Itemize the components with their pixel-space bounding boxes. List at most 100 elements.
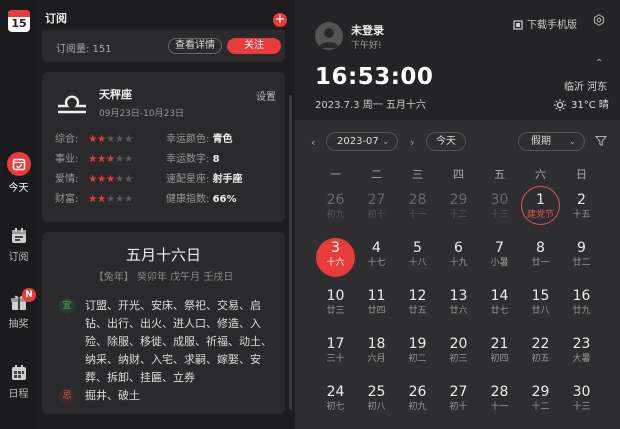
day-cell[interactable]: 19 初二 bbox=[397, 332, 438, 376]
chevron-right-icon[interactable]: › bbox=[410, 136, 414, 149]
star-empty-icon: ★ bbox=[124, 194, 134, 205]
lunar-label: 初十 bbox=[367, 210, 386, 220]
lunar-label: 十一 bbox=[490, 402, 509, 412]
chevron-left-icon[interactable]: ‹ bbox=[311, 136, 315, 149]
day-cell[interactable]: 21 初四 bbox=[479, 332, 520, 376]
day-number: 1 bbox=[536, 192, 545, 208]
yi-badge: 宜 bbox=[59, 298, 75, 314]
day-number: 26 bbox=[408, 384, 427, 400]
health-index: 健康指数: 66% bbox=[166, 194, 237, 205]
lucky-color: 幸运颜色: 青色 bbox=[166, 134, 233, 145]
day-cell[interactable]: 28 十一 bbox=[479, 380, 520, 424]
rail-item-label: 今天 bbox=[8, 183, 29, 194]
horoscope-settings-link[interactable]: 设置 bbox=[256, 88, 276, 103]
month-dropdown[interactable]: 2023-07 ⌄ bbox=[326, 132, 398, 151]
gear-icon[interactable] bbox=[593, 14, 605, 26]
day-cell[interactable]: 1 建党节 bbox=[520, 186, 561, 232]
lunar-label: 十一 bbox=[408, 210, 427, 220]
day-cell[interactable]: 25 初八 bbox=[356, 380, 397, 424]
rating-overall: 综合: ★★★★★ bbox=[55, 134, 134, 145]
day-cell[interactable]: 22 初五 bbox=[520, 332, 561, 376]
almanac-card: 五月十六日 【兔年】 癸卯年 戊午月 壬戌日 宜 订盟、开光、安床、祭祀、交易、… bbox=[42, 232, 285, 414]
lunar-label: 十二 bbox=[449, 210, 468, 220]
rail-item-schedule[interactable]: 日程 bbox=[0, 364, 37, 400]
left-rail: 15 今天 订阅 N 抽奖 日程 bbox=[0, 0, 37, 429]
weekday-label: 五 bbox=[494, 168, 505, 181]
day-number: 15 bbox=[531, 288, 550, 304]
day-number: 14 bbox=[490, 288, 509, 304]
add-subscription-button[interactable]: + bbox=[273, 13, 287, 27]
day-cell[interactable]: 30 十三 bbox=[561, 380, 602, 424]
star-filled-icon: ★ bbox=[106, 154, 116, 165]
avatar[interactable] bbox=[315, 22, 343, 50]
rail-item-subscribe[interactable]: 订阅 bbox=[0, 227, 37, 263]
day-cell[interactable]: 16 廿九 bbox=[561, 284, 602, 328]
follow-button[interactable]: 关注 bbox=[227, 38, 281, 54]
horoscope-date-range: 09月23日-10月23日 bbox=[99, 109, 185, 119]
chevron-up-icon[interactable]: ⌃ bbox=[595, 58, 603, 69]
lunar-label: 三十 bbox=[326, 354, 345, 364]
day-number: 25 bbox=[367, 384, 386, 400]
day-cell[interactable]: 9 廿二 bbox=[561, 236, 602, 280]
rating-career: 事业: ★★★★★ bbox=[55, 154, 134, 165]
lunar-label: 建党节 bbox=[526, 210, 554, 220]
day-cell[interactable]: 13 廿六 bbox=[438, 284, 479, 328]
login-status[interactable]: 未登录 bbox=[351, 22, 384, 38]
feed-scrollbar[interactable] bbox=[289, 95, 292, 410]
download-mobile-button[interactable]: 下载手机版 bbox=[513, 16, 577, 31]
star-empty-icon: ★ bbox=[124, 134, 134, 145]
day-cell[interactable]: 24 初七 bbox=[315, 380, 356, 424]
calendar-subscribe-icon bbox=[11, 228, 26, 243]
rail-item-lottery[interactable]: N 抽奖 bbox=[0, 288, 37, 330]
day-cell[interactable]: 2 十五 bbox=[561, 188, 602, 232]
calendar-grid-icon bbox=[11, 365, 26, 380]
app-logo-icon: 15 bbox=[8, 10, 30, 32]
ji-badge: 忌 bbox=[59, 388, 75, 404]
lunar-label: 大暑 bbox=[572, 354, 591, 364]
day-cell[interactable]: 15 廿八 bbox=[520, 284, 561, 328]
day-cell[interactable]: 26 初九 bbox=[397, 380, 438, 424]
star-empty-icon: ★ bbox=[106, 194, 116, 205]
rail-item-today[interactable]: 今天 bbox=[0, 152, 37, 194]
day-cell[interactable]: 12 廿五 bbox=[397, 284, 438, 328]
day-number: 18 bbox=[367, 336, 386, 352]
day-number: 10 bbox=[326, 288, 345, 304]
lunar-label: 十八 bbox=[408, 258, 427, 268]
day-cell[interactable]: 20 初三 bbox=[438, 332, 479, 376]
day-number: 4 bbox=[372, 240, 381, 256]
holiday-dropdown[interactable]: 假期 ⌄ bbox=[518, 132, 585, 151]
lunar-date: 五月十六日 bbox=[125, 246, 201, 264]
day-cell[interactable]: 10 廿三 bbox=[315, 284, 356, 328]
weekday-label: 四 bbox=[453, 168, 464, 181]
day-cell[interactable]: 17 三十 bbox=[315, 332, 356, 376]
day-cell[interactable]: 18 六月 bbox=[356, 332, 397, 376]
day-cell[interactable]: 8 廿一 bbox=[520, 236, 561, 280]
day-cell[interactable]: 30 十三 bbox=[479, 188, 520, 232]
day-cell[interactable]: 23 大暑 bbox=[561, 332, 602, 376]
today-button[interactable]: 今天 bbox=[426, 132, 466, 151]
day-cell[interactable]: 27 初十 bbox=[438, 380, 479, 424]
view-details-button[interactable]: 查看详情 bbox=[168, 38, 222, 54]
star-filled-icon: ★ bbox=[97, 174, 107, 185]
weekday-header: 一二三四五六日 bbox=[315, 166, 602, 181]
lunar-label: 廿一 bbox=[531, 258, 550, 268]
lunar-label: 小暑 bbox=[490, 258, 509, 268]
day-cell[interactable]: 5 十八 bbox=[397, 236, 438, 280]
day-cell[interactable]: 28 十一 bbox=[397, 188, 438, 232]
day-cell[interactable]: 4 十七 bbox=[356, 236, 397, 280]
day-cell[interactable]: 14 廿七 bbox=[479, 284, 520, 328]
rating-wealth: 财富: ★★★★★ bbox=[55, 194, 134, 205]
day-cell[interactable]: 29 十二 bbox=[438, 188, 479, 232]
day-cell[interactable]: 11 廿四 bbox=[356, 284, 397, 328]
day-cell[interactable]: 7 小暑 bbox=[479, 236, 520, 280]
day-cell-today[interactable]: 3 十六 bbox=[315, 236, 356, 280]
day-cell[interactable]: 6 十九 bbox=[438, 236, 479, 280]
star-filled-icon: ★ bbox=[88, 174, 98, 185]
day-cell[interactable]: 26 初九 bbox=[315, 188, 356, 232]
libra-icon bbox=[58, 95, 86, 114]
day-cell[interactable]: 27 初十 bbox=[356, 188, 397, 232]
day-number: 30 bbox=[490, 192, 509, 208]
location-text[interactable]: 临沂 河东 bbox=[564, 78, 607, 93]
day-cell[interactable]: 29 十二 bbox=[520, 380, 561, 424]
filter-icon[interactable] bbox=[595, 135, 607, 147]
